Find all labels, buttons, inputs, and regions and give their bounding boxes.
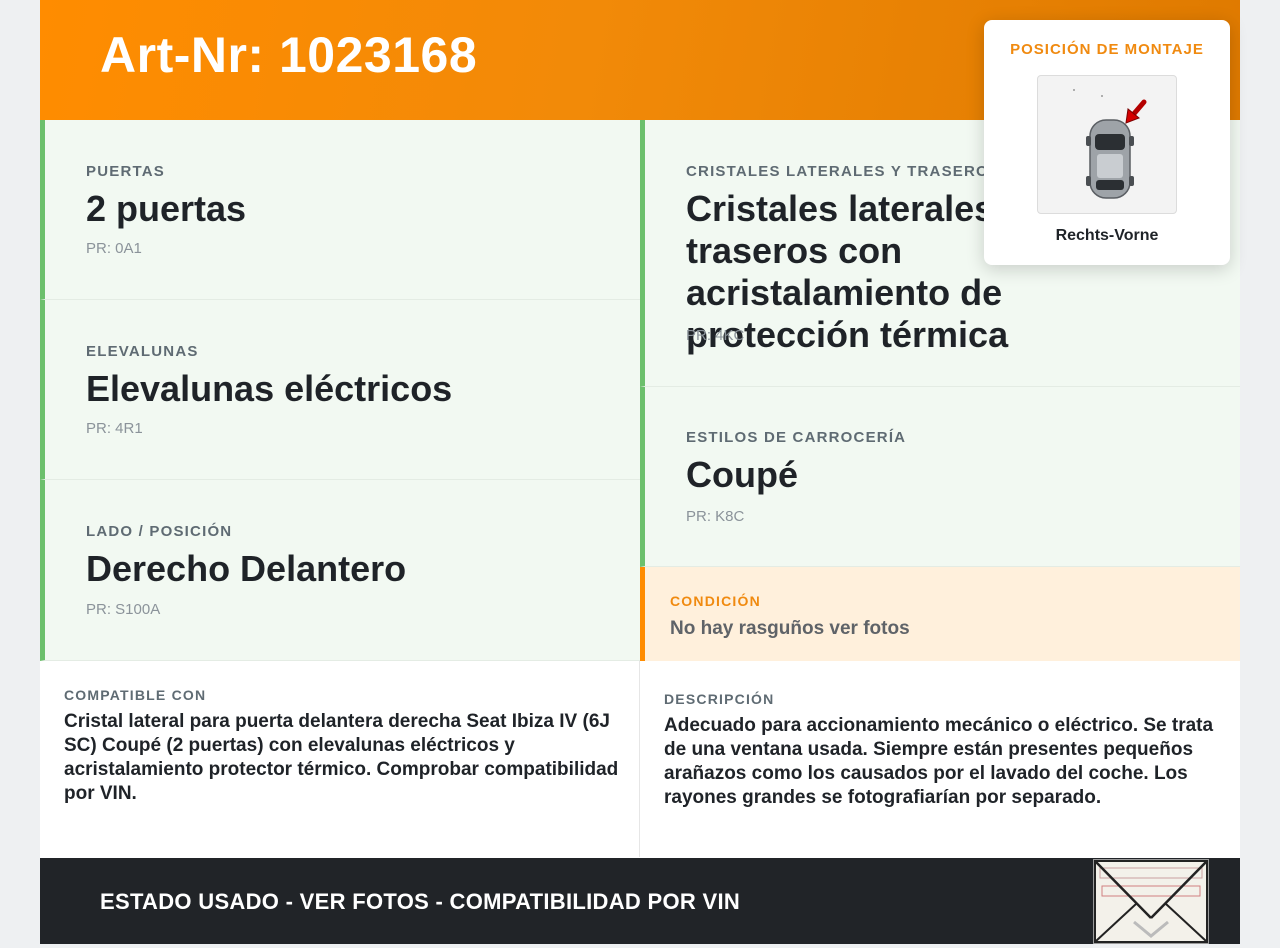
mounting-position-card: POSICIÓN DE MONTAJE Rechts-Vorne — [984, 20, 1230, 265]
spec-body-style: ESTILOS DE CARROCERÍA Coupé PR: K8C — [640, 387, 1240, 567]
footer-bar: ESTADO USADO - VER FOTOS - COMPATIBILIDA… — [40, 858, 1240, 944]
envelope-icon — [1094, 860, 1208, 943]
spec-pr-code: PR: 4KC — [686, 327, 745, 344]
envelope-stamp-image — [1093, 859, 1209, 944]
compatible-text: Cristal lateral para puerta delantera de… — [64, 711, 619, 804]
compatible-label: COMPATIBLE CON — [64, 687, 207, 703]
spec-label: LADO / POSICIÓN — [86, 523, 233, 540]
description-text: Adecuado para accionamiento mecánico o e… — [664, 715, 1214, 808]
red-arrow-icon — [1125, 99, 1147, 124]
article-number-title: Art-Nr: 1023168 — [100, 27, 478, 83]
condition-box: CONDICIÓN No hay rasguños ver fotos — [640, 567, 1240, 664]
spec-value: Coupé — [686, 454, 798, 495]
spec-pr-code: PR: 4R1 — [86, 420, 143, 437]
description-section: DESCRIPCIÓN Adecuado para accionamiento … — [640, 661, 1240, 857]
mounting-image — [1037, 75, 1177, 214]
mounting-title: POSICIÓN DE MONTAJE — [1010, 41, 1204, 58]
spec-doors: PUERTAS 2 puertas PR: 0A1 — [40, 120, 640, 300]
condition-text: No hay rasguños ver fotos — [670, 618, 910, 639]
spec-value: Elevalunas eléctricos — [86, 368, 453, 409]
spec-label: CRISTALES LATERALES Y TRASEROS — [686, 163, 1001, 180]
spec-window-regulator: ELEVALUNAS Elevalunas eléctricos PR: 4R1 — [40, 300, 640, 480]
spec-label: PUERTAS — [86, 163, 165, 180]
spec-label: ESTILOS DE CARROCERÍA — [686, 429, 907, 446]
spec-pr-code: PR: S100A — [86, 601, 161, 618]
spec-side-position: LADO / POSICIÓN Derecho Delantero PR: S1… — [40, 480, 640, 661]
condition-label: CONDICIÓN — [670, 593, 761, 609]
spec-pr-code: PR: K8C — [686, 508, 745, 525]
spec-value: Derecho Delantero — [86, 548, 407, 589]
car-top-view-icon — [1073, 89, 1147, 199]
description-label: DESCRIPCIÓN — [664, 691, 775, 707]
spec-value: 2 puertas — [86, 188, 247, 229]
spec-label: ELEVALUNAS — [86, 343, 199, 360]
mounting-position-label: Rechts-Vorne — [1055, 227, 1159, 244]
compatible-section: COMPATIBLE CON Cristal lateral para puer… — [40, 661, 640, 857]
footer-text: ESTADO USADO - VER FOTOS - COMPATIBILIDA… — [100, 889, 741, 914]
spec-pr-code: PR: 0A1 — [86, 240, 142, 257]
